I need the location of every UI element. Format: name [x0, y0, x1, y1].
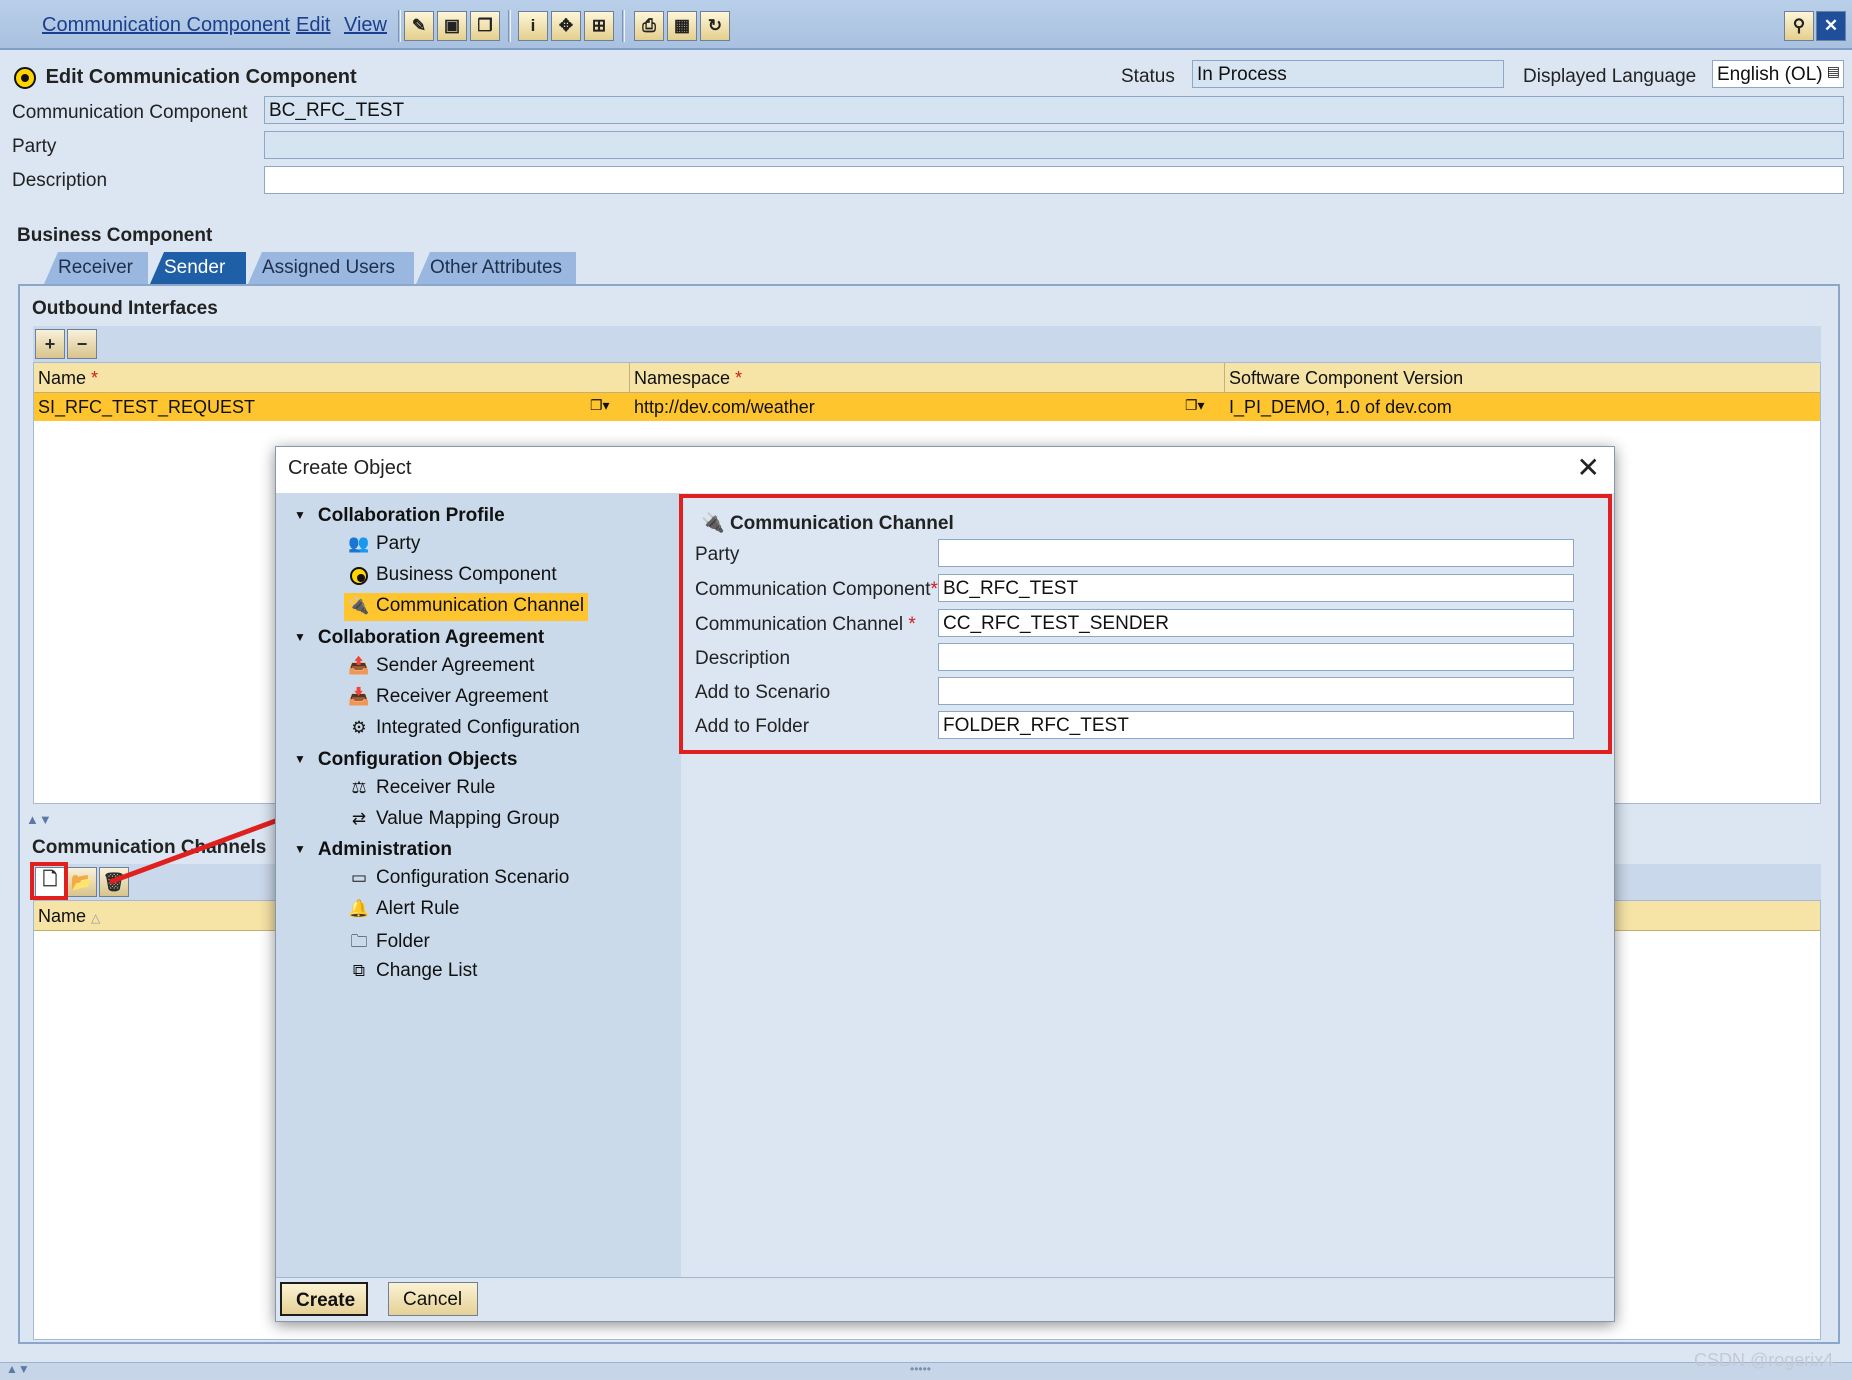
tree-item-sender-agreement[interactable]: 📤 Sender Agreement [344, 653, 538, 681]
folder-icon: 🗀 [350, 932, 368, 951]
tree-item-business-component[interactable]: Business Component [344, 562, 561, 590]
tree-item-alert-rule[interactable]: 🔔 Alert Rule [344, 896, 463, 924]
integrated-configuration-icon: ⚙ [351, 718, 367, 737]
value-mapping-icon: ⇄ [351, 809, 367, 828]
dialog-title: Create Object [288, 457, 412, 479]
create-button[interactable]: Create [280, 1282, 368, 1316]
form-highlight-box [679, 494, 1612, 754]
close-icon[interactable]: ✕ [1577, 453, 1600, 483]
tree-item-label: Sender Agreement [376, 655, 535, 676]
tree-item-label: Folder [376, 931, 430, 952]
party-icon: 👥 [348, 534, 370, 553]
tree-item-label: Party [376, 533, 421, 554]
receiver-rule-icon: ⚖ [351, 778, 367, 797]
tree-item-configuration-scenario[interactable]: ▭ Configuration Scenario [344, 865, 573, 893]
configuration-scenario-icon: ▭ [350, 868, 368, 887]
dialog-footer: Create Cancel [276, 1277, 1614, 1321]
tree-item-label: Configuration Scenario [376, 867, 570, 888]
tree-item-label: Business Component [376, 564, 557, 585]
tree-group-collaboration-profile[interactable]: Collaboration Profile [294, 505, 505, 527]
business-component-icon [350, 566, 368, 585]
tree-item-label: Change List [376, 960, 478, 981]
tree-group-administration[interactable]: Administration [294, 839, 452, 861]
tree-item-receiver-rule[interactable]: ⚖ Receiver Rule [344, 775, 499, 803]
cancel-button[interactable]: Cancel [388, 1282, 478, 1316]
communication-channel-icon: 🔌 [348, 596, 370, 615]
tree-item-label: Value Mapping Group [376, 808, 560, 829]
tree-item-integrated-configuration[interactable]: ⚙ Integrated Configuration [344, 715, 584, 743]
change-list-icon: ⧉ [352, 961, 366, 980]
tree-item-change-list[interactable]: ⧉ Change List [344, 958, 481, 986]
business-component-icon-wrap [348, 565, 370, 585]
sender-agreement-icon: 📤 [348, 656, 370, 675]
tree-item-label: Receiver Rule [376, 777, 496, 798]
tree-item-folder[interactable]: 🗀 Folder [344, 927, 434, 955]
tree-item-label: Alert Rule [376, 898, 460, 919]
tree-item-label: Receiver Agreement [376, 686, 549, 707]
tree-item-party[interactable]: 👥 Party [344, 531, 424, 559]
tree-item-label: Communication Channel [376, 595, 585, 616]
tree-item-label: Integrated Configuration [376, 717, 580, 738]
tree-group-configuration-objects[interactable]: Configuration Objects [294, 749, 518, 771]
tree-group-collaboration-agreement[interactable]: Collaboration Agreement [294, 627, 544, 649]
object-type-tree: Collaboration Profile 👥 Party Business Co… [276, 493, 681, 1277]
tree-item-receiver-agreement[interactable]: 📥 Receiver Agreement [344, 684, 552, 712]
tree-item-value-mapping-group[interactable]: ⇄ Value Mapping Group [344, 806, 563, 834]
tree-item-communication-channel[interactable]: 🔌 Communication Channel [344, 593, 589, 621]
alert-rule-icon: 🔔 [348, 899, 370, 918]
receiver-agreement-icon: 📥 [348, 687, 370, 706]
